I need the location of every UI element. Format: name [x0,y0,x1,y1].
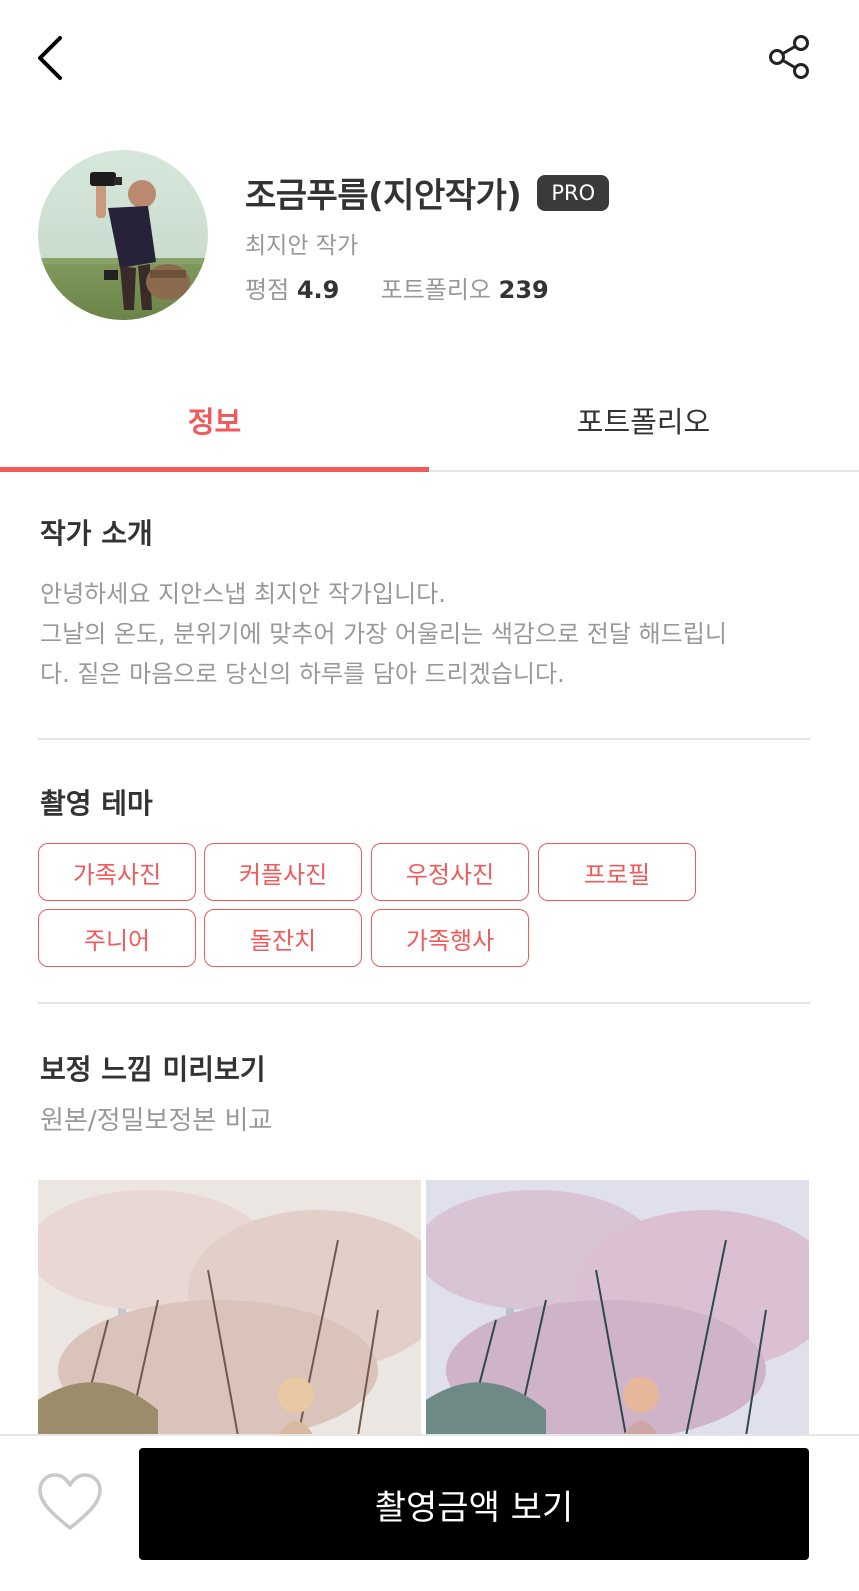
intro-line: 다. 짙은 마음으로 당신의 하루를 담아 드리겠습니다. [40,660,565,688]
portfolio-label: 포트폴리오 [380,276,492,304]
intro-text: 안녕하세요 지안스냅 최지안 작가입니다. 그날의 온도, 분위기에 맞추어 가… [40,574,810,694]
view-price-button[interactable]: 촬영금액 보기 [139,1448,809,1560]
intro-line: 그날의 온도, 분위기에 맞추어 가장 어울리는 색감으로 전달 해드립니 [40,620,727,648]
name-row: 조금푸름(지안작가) PRO [245,168,610,217]
intro-title: 작가 소개 [40,517,153,550]
share-icon [769,35,809,79]
original-photo[interactable] [38,1180,421,1436]
rating-label: 평점 [245,276,290,304]
theme-chip[interactable]: 가족행사 [371,909,529,967]
theme-chip[interactable]: 가족사진 [38,843,196,901]
intro-line: 안녕하세요 지안스냅 최지안 작가입니다. [40,580,446,608]
preview-subtitle: 원본/정밀보정본 비교 [40,1106,273,1136]
chevron-left-icon [38,36,62,80]
heart-outline-icon [38,1473,102,1530]
tab-portfolio[interactable]: 포트폴리오 [429,370,858,470]
preview-title: 보정 느낌 미리보기 [40,1053,266,1086]
profile-stats: 평점 4.9 포트폴리오 239 [245,270,549,305]
theme-chip[interactable]: 주니어 [38,909,196,967]
divider [38,738,810,740]
tab-bar: 정보 포트폴리오 [0,370,859,472]
tab-info[interactable]: 정보 [0,370,429,472]
theme-chip[interactable]: 우정사진 [371,843,529,901]
theme-chip[interactable]: 커플사진 [204,843,362,901]
portfolio-count: 239 [498,276,549,304]
retouched-photo[interactable] [426,1180,809,1436]
favorite-button[interactable] [36,1472,104,1534]
photographer-name: 조금푸름(지안작가) [245,176,522,216]
top-bar [0,0,859,115]
avatar [38,150,208,320]
pro-badge: PRO [537,174,610,211]
share-button[interactable] [764,32,814,82]
divider [38,1002,810,1004]
photographer-subtitle: 최지안 작가 [245,233,359,259]
rating-value: 4.9 [296,276,340,304]
back-button[interactable] [30,30,74,86]
theme-chip[interactable]: 프로필 [538,843,696,901]
theme-chip[interactable]: 돌잔치 [204,909,362,967]
bottom-action-bar: 촬영금액 보기 [0,1434,859,1591]
profile-header: 조금푸름(지안작가) PRO 최지안 작가 평점 4.9 포트폴리오 239 [0,140,859,340]
themes-title: 촬영 테마 [40,787,153,820]
